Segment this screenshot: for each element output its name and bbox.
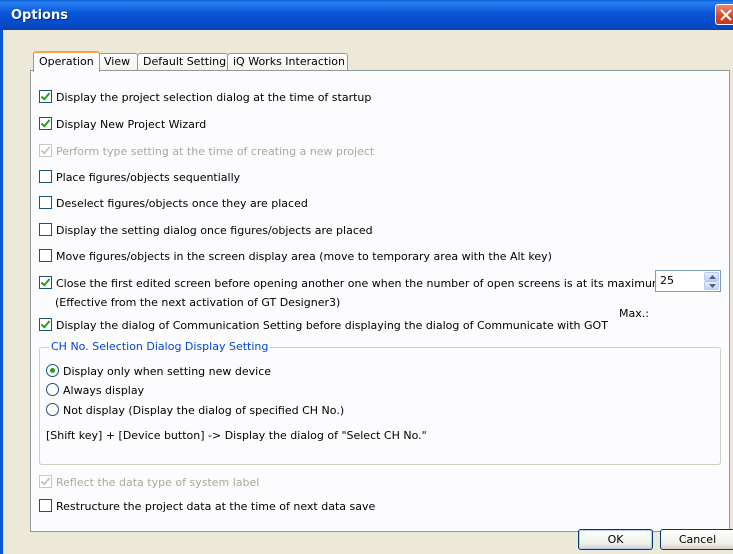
radio-not-display[interactable]: Not display (Display the dialog of speci…: [46, 403, 344, 419]
option-type-setting: Perform type setting at the time of crea…: [39, 144, 374, 160]
comm-setting-checkbox[interactable]: [39, 318, 52, 331]
tab-default-setting[interactable]: Default Setting: [137, 53, 228, 70]
operation-panel: Display the project selection dialog at …: [30, 70, 730, 532]
display-only-new-radio[interactable]: [46, 364, 59, 377]
cancel-button[interactable]: Cancel: [660, 529, 733, 550]
option-move-objects[interactable]: Move figures/objects in the screen displ…: [39, 249, 552, 265]
place-sequentially-checkbox[interactable]: [39, 170, 52, 183]
option-setting-dialog[interactable]: Display the setting dialog once figures/…: [39, 223, 373, 239]
option-place-sequentially[interactable]: Place figures/objects sequentially: [39, 170, 240, 186]
new-project-wizard-checkbox[interactable]: [39, 117, 52, 130]
close-icon: [720, 9, 732, 21]
stepper-down-button[interactable]: [704, 281, 719, 290]
ch-no-group: CH No. Selection Dialog Display Setting …: [39, 340, 721, 465]
option-reflect-type: Reflect the data type of system label: [39, 475, 259, 491]
option-close-first[interactable]: Close the first edited screen before ope…: [39, 276, 663, 292]
ch-no-group-legend: CH No. Selection Dialog Display Setting: [49, 340, 271, 353]
max-screens-stepper[interactable]: 25: [655, 270, 721, 292]
setting-dialog-checkbox[interactable]: [39, 223, 52, 236]
restructure-checkbox[interactable]: [39, 499, 52, 512]
option-restructure[interactable]: Restructure the project data at the time…: [39, 499, 375, 515]
option-project-selection[interactable]: Display the project selection dialog at …: [39, 90, 371, 106]
title-bar: Options: [0, 0, 733, 30]
move-objects-checkbox[interactable]: [39, 249, 52, 262]
options-window: Operation View Default Setting iQ Works …: [0, 30, 733, 554]
deselect-checkbox[interactable]: [39, 196, 52, 209]
radio-always-display[interactable]: Always display: [46, 383, 144, 399]
ch-no-note: [Shift key] + [Device button] -> Display…: [46, 429, 427, 442]
option-new-project-wizard[interactable]: Display New Project Wizard: [39, 117, 206, 133]
arrow-up-icon: [709, 275, 716, 279]
option-deselect[interactable]: Deselect figures/objects once they are p…: [39, 196, 308, 212]
close-first-checkbox[interactable]: [39, 276, 52, 289]
reflect-type-checkbox: [39, 475, 52, 488]
ok-button[interactable]: OK: [578, 529, 653, 550]
close-first-note: (Effective from the next activation of G…: [55, 296, 341, 309]
window-title: Options: [11, 8, 68, 23]
tab-operation[interactable]: Operation: [33, 51, 100, 72]
radio-display-only-new[interactable]: Display only when setting new device: [46, 364, 271, 380]
stepper-up-button[interactable]: [704, 272, 719, 281]
max-screens-value[interactable]: 25: [660, 274, 674, 287]
close-button[interactable]: [715, 4, 733, 25]
option-comm-setting[interactable]: Display the dialog of Communication Sett…: [39, 318, 608, 334]
type-setting-checkbox: [39, 144, 52, 157]
tab-view[interactable]: View: [98, 53, 138, 70]
not-display-radio[interactable]: [46, 403, 59, 416]
tab-iq-works-interaction[interactable]: iQ Works Interaction: [227, 53, 348, 70]
stepper-buttons: [704, 272, 719, 290]
always-display-radio[interactable]: [46, 383, 59, 396]
max-label: Max.:: [619, 307, 649, 320]
project-selection-checkbox[interactable]: [39, 90, 52, 103]
arrow-down-icon: [709, 284, 716, 288]
